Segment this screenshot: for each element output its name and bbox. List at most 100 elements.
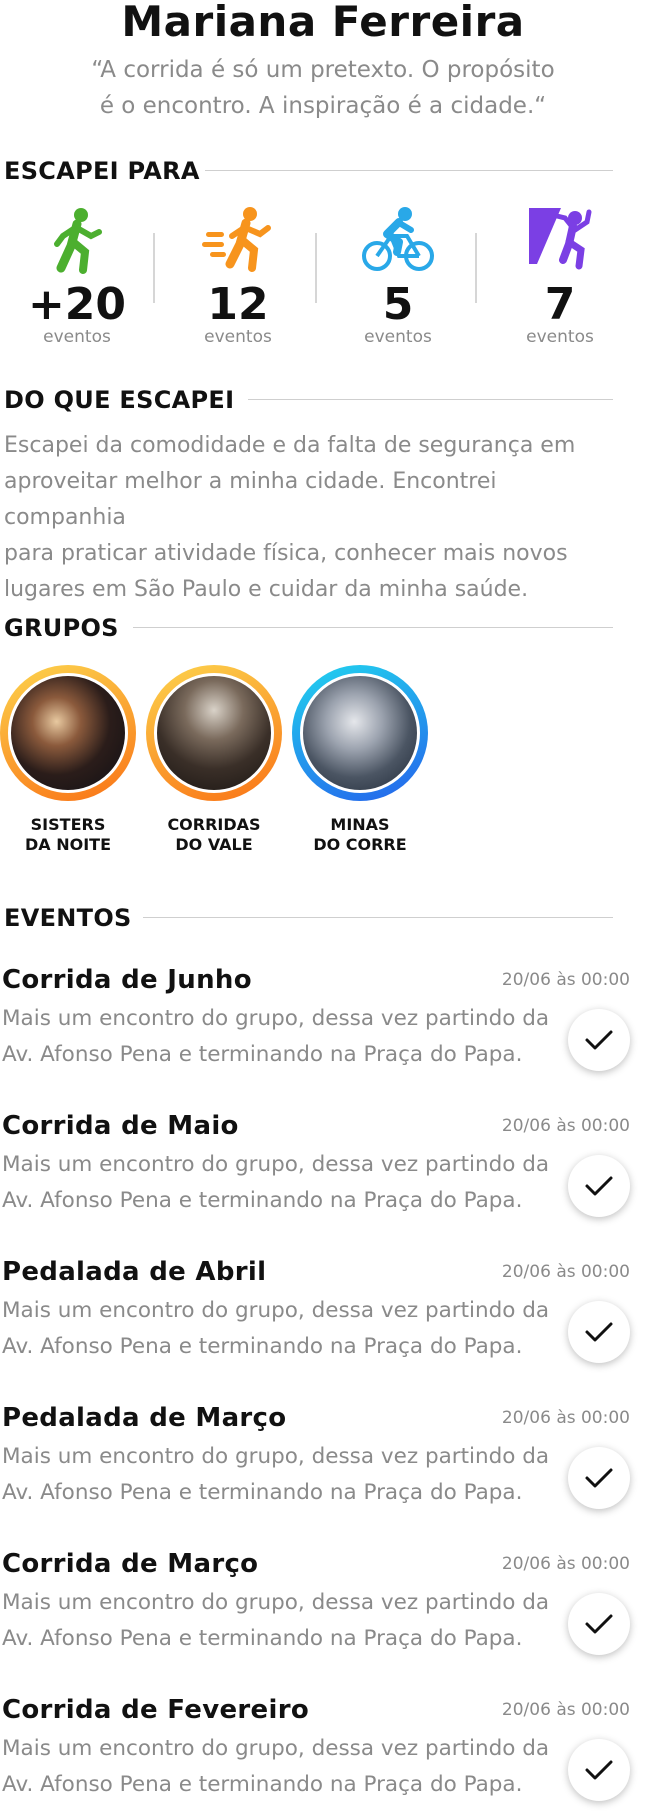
event-date: 20/06 às 00:00 (501, 1700, 630, 1720)
event-description-line: Mais um encontro do grupo, dessa vez par… (2, 1444, 550, 1469)
group-name-line: DA NOITE (24, 835, 112, 854)
event-description-line: Av. Afonso Pena e terminando na Praça do… (2, 1772, 523, 1797)
check-button[interactable] (568, 1155, 630, 1217)
stat-running[interactable]: +20 eventos (0, 205, 157, 347)
stat-value: 12 (207, 279, 269, 330)
event-date: 20/06 às 00:00 (501, 1554, 630, 1574)
event-item[interactable]: Corrida de Março 20/06 às 00:00 Mais um … (0, 1547, 646, 1693)
section-divider (143, 917, 613, 918)
group-photo (300, 673, 420, 793)
event-description: Mais um encontro do grupo, dessa vez par… (2, 1585, 562, 1657)
group-avatar-ring (292, 665, 428, 801)
stat-cycling[interactable]: 5 eventos (318, 205, 478, 347)
profile-quote: “A corrida é só um pretexto. O propósito… (40, 52, 606, 124)
event-description-line: Av. Afonso Pena e terminando na Praça do… (2, 1188, 523, 1213)
description-line: Escapei da comodidade e da falta de segu… (4, 433, 576, 458)
activity-stats: +20 eventos 12 eventos 5 eventos 7 event… (0, 205, 646, 347)
event-title: Corrida de Março (2, 1549, 259, 1579)
group-name-line: DO CORRE (313, 835, 407, 854)
stat-value: 7 (544, 279, 576, 330)
event-date: 20/06 às 00:00 (501, 1408, 630, 1428)
quote-line-1: “A corrida é só um pretexto. O propósito (91, 57, 555, 83)
stat-climbing[interactable]: 7 eventos (480, 205, 640, 347)
checkmark-icon (585, 1176, 613, 1196)
event-item[interactable]: Corrida de Fevereiro 20/06 às 00:00 Mais… (0, 1693, 646, 1820)
check-button[interactable] (568, 1009, 630, 1071)
event-item[interactable]: Pedalada de Março 20/06 às 00:00 Mais um… (0, 1401, 646, 1547)
description-line: para praticar atividade física, conhecer… (4, 541, 568, 566)
group-name-line: CORRIDAS (167, 815, 261, 834)
event-item[interactable]: Pedalada de Abril 20/06 às 00:00 Mais um… (0, 1255, 646, 1401)
event-date: 20/06 às 00:00 (501, 1116, 630, 1136)
cyclist-icon (318, 205, 478, 277)
event-item[interactable]: Corrida de Junho 20/06 às 00:00 Mais um … (0, 963, 646, 1109)
event-description-line: Av. Afonso Pena e terminando na Praça do… (2, 1626, 523, 1651)
event-item[interactable]: Corrida de Maio 20/06 às 00:00 Mais um e… (0, 1109, 646, 1255)
stat-label: eventos (526, 327, 594, 347)
event-description-line: Mais um encontro do grupo, dessa vez par… (2, 1590, 550, 1615)
group-name: SISTERS DA NOITE (0, 815, 136, 855)
group-name-line: DO VALE (175, 835, 253, 854)
section-divider (205, 170, 613, 171)
event-title: Corrida de Maio (2, 1111, 239, 1141)
section-title-eventos: EVENTOS (4, 904, 132, 932)
event-description-line: Mais um encontro do grupo, dessa vez par… (2, 1152, 550, 1177)
checkmark-icon (585, 1322, 613, 1342)
checkmark-icon (585, 1614, 613, 1634)
check-button[interactable] (568, 1593, 630, 1655)
event-description-line: Mais um encontro do grupo, dessa vez par… (2, 1736, 550, 1761)
event-date: 20/06 às 00:00 (501, 970, 630, 990)
group-name: MINAS DO CORRE (292, 815, 428, 855)
stat-divider (153, 233, 155, 303)
event-description: Mais um encontro do grupo, dessa vez par… (2, 1293, 562, 1365)
stat-divider (315, 233, 317, 303)
group-name: CORRIDAS DO VALE (146, 815, 282, 855)
event-title: Corrida de Fevereiro (2, 1695, 309, 1725)
event-description: Mais um encontro do grupo, dessa vez par… (2, 1439, 562, 1511)
stat-sprinting[interactable]: 12 eventos (158, 205, 318, 347)
sprinting-person-icon (158, 205, 318, 277)
section-title-escapei-para: ESCAPEI PARA (4, 157, 200, 185)
section-title-grupos: GRUPOS (4, 614, 119, 642)
stat-label: eventos (364, 327, 432, 347)
section-divider (133, 627, 613, 628)
group-photo (154, 673, 274, 793)
event-description: Mais um encontro do grupo, dessa vez par… (2, 1731, 562, 1803)
group-sisters-da-noite[interactable]: SISTERS DA NOITE (0, 665, 136, 855)
event-description-line: Av. Afonso Pena e terminando na Praça do… (2, 1334, 523, 1359)
stat-label: eventos (43, 327, 111, 347)
description-line: lugares em São Paulo e cuidar da minha s… (4, 577, 529, 602)
stat-divider (475, 233, 477, 303)
check-button[interactable] (568, 1447, 630, 1509)
check-button[interactable] (568, 1301, 630, 1363)
climber-icon (480, 205, 640, 277)
event-description-line: Mais um encontro do grupo, dessa vez par… (2, 1006, 550, 1031)
group-avatar-ring (146, 665, 282, 801)
event-description-line: Mais um encontro do grupo, dessa vez par… (2, 1298, 550, 1323)
event-description: Mais um encontro do grupo, dessa vez par… (2, 1001, 562, 1073)
running-person-icon (0, 205, 157, 277)
profile-name: Mariana Ferreira (121, 0, 525, 46)
event-date: 20/06 às 00:00 (501, 1262, 630, 1282)
checkmark-icon (585, 1468, 613, 1488)
group-name-line: SISTERS (30, 815, 106, 834)
check-button[interactable] (568, 1739, 630, 1801)
event-description-line: Av. Afonso Pena e terminando na Praça do… (2, 1042, 523, 1067)
stat-label: eventos (204, 327, 272, 347)
quote-line-2: é o encontro. A inspiração é a cidade.“ (99, 93, 547, 119)
event-title: Pedalada de Março (2, 1403, 287, 1433)
event-description-line: Av. Afonso Pena e terminando na Praça do… (2, 1480, 523, 1505)
group-corridas-do-vale[interactable]: CORRIDAS DO VALE (146, 665, 282, 855)
group-minas-do-corre[interactable]: MINAS DO CORRE (292, 665, 428, 855)
section-title-do-que-escapei: DO QUE ESCAPEI (4, 386, 235, 414)
group-avatar-ring (0, 665, 136, 801)
escape-description: Escapei da comodidade e da falta de segu… (4, 428, 624, 608)
group-name-line: MINAS (330, 815, 390, 834)
stat-value: +20 (27, 279, 127, 330)
event-description: Mais um encontro do grupo, dessa vez par… (2, 1147, 562, 1219)
event-title: Corrida de Junho (2, 965, 252, 995)
event-title: Pedalada de Abril (2, 1257, 267, 1287)
section-divider (248, 399, 613, 400)
stat-value: 5 (382, 279, 414, 330)
description-line: aproveitar melhor a minha cidade. Encont… (4, 469, 497, 530)
